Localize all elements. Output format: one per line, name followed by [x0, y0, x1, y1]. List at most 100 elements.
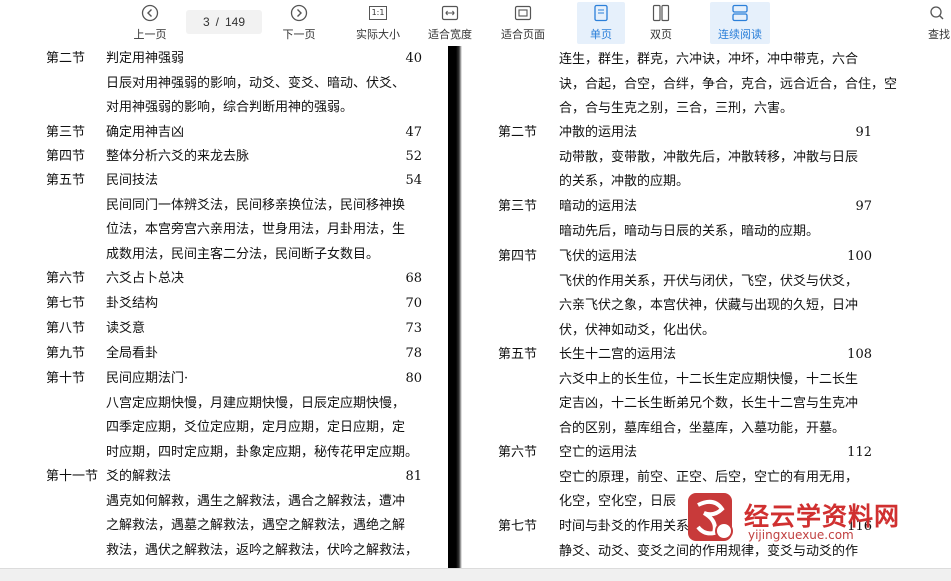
toc-desc-line: 六亲飞伏之象，本宫伏神，伏藏与出现的久短，日冲	[559, 298, 859, 314]
toc-entry-title: 暗动的运用法	[559, 199, 638, 214]
fit-width-button[interactable]: 适合宽度	[424, 2, 476, 44]
viewer-toolbar: 上一页 3 / 149 下一页 1:1 实际大小 适合宽度 适合页面 单页 双页…	[0, 0, 951, 47]
toc-desc-line: 之解救法，遇墓之解救法，遇空之解救法，遇绝之解	[106, 518, 406, 534]
next-page-label: 下一页	[282, 28, 316, 41]
toc-desc-line: 伏，伏神如动爻，化出伏。	[559, 322, 716, 338]
toc-desc-line: 时应期，四时定应期，卦象定应期，秘传花甲定应期。	[106, 444, 419, 460]
toc-section-label: 第十节	[46, 371, 86, 386]
toc-section-label: 第三节	[46, 125, 86, 140]
continuous-read-label: 连续阅读	[718, 28, 762, 41]
toc-entry-title: 民间技法	[106, 173, 159, 188]
toc-desc-line: 救法，遇伏之解救法，返吟之解救法，伏吟之解救法，	[106, 542, 419, 558]
toc-entry-title: 卦爻结构	[106, 296, 159, 311]
double-page-label: 双页	[650, 28, 672, 41]
toc-section-label: 第二节	[498, 125, 538, 140]
fit-page-label: 适合页面	[501, 28, 545, 41]
toc-entry-title: 爻的解救法	[106, 469, 172, 484]
double-page-button[interactable]: 双页	[637, 2, 685, 44]
search-label: 查找	[928, 28, 950, 41]
toc-page-number: 68	[405, 271, 422, 286]
toc-entry-title: 六爻占卜总决	[106, 271, 185, 286]
toc-section-label: 第二节	[46, 51, 86, 66]
toc-entry-title: 飞伏的运用法	[559, 249, 638, 264]
toc-desc-line: 定吉凶，十二长生断弟兄个数，长生十二宫与生克冲	[559, 396, 859, 412]
toc-page-number: 112	[847, 445, 872, 460]
next-page-button[interactable]: 下一页	[273, 2, 325, 44]
toc-desc-line: 化空，空化空，日辰	[559, 494, 677, 510]
watermark-url: yijingxuexue.com	[748, 528, 854, 542]
toc-desc-line: 合，合与生克之别，三合，三刑，六害。	[559, 101, 794, 117]
toc-page-number: 73	[405, 321, 422, 336]
toc-desc-line: 成数用法，民间主客二分法，民间断子女数目。	[106, 246, 380, 262]
toc-entry-title: 长生十二宫的运用法	[559, 347, 677, 362]
fit-width-icon	[441, 2, 459, 24]
toc-page-number: 81	[405, 469, 422, 484]
chevron-right-icon	[290, 2, 308, 24]
fit-page-button[interactable]: 适合页面	[496, 2, 550, 44]
toc-desc-line: 遇克如何解救，遇生之解救法，遇合之解救法，遭冲	[106, 493, 406, 509]
status-bar	[0, 568, 951, 581]
toc-section-label: 第七节	[498, 519, 538, 534]
toc-desc-line: 空亡的原理，前空、正空、后空，空亡的有用无用，	[559, 469, 859, 485]
left-page: 第二节 判定用神强弱 40 日辰对用神强弱的影响，动爻、变爻、暗动、伏爻、 对用神强弱的…	[0, 46, 448, 568]
toc-page-number: 40	[405, 51, 422, 66]
toc-section-label: 第六节	[46, 271, 86, 286]
continuous-read-button[interactable]: 连续阅读	[710, 2, 770, 44]
toc-entry-title: 冲散的运用法	[559, 125, 638, 140]
toc-desc-line: 日辰对用神强弱的影响，动爻、变爻、暗动、伏爻、	[106, 75, 406, 91]
toc-section-label: 第四节	[46, 149, 86, 164]
toc-section-label: 第五节	[46, 173, 86, 188]
watermark: 经云学资料网 yijingxuexue.com	[684, 487, 951, 547]
toc-section-label: 第四节	[498, 249, 538, 264]
toc-page-number: 80	[405, 371, 422, 386]
single-page-button[interactable]: 单页	[577, 2, 625, 44]
single-page-label: 单页	[590, 28, 612, 41]
toc-entry-title: 空亡的运用法	[559, 445, 638, 460]
toc-desc-line: 诀，合起，合空，合绊，争合，克合，远合近合，合住，空	[559, 76, 898, 92]
toc-desc-line: 连生，群生，群克，六冲诀，冲坏，冲中带克，六合	[559, 52, 859, 67]
toc-section-label: 第三节	[498, 199, 538, 214]
toc-section-label: 第九节	[46, 346, 86, 361]
toc-page-number: 91	[855, 125, 872, 140]
single-page-icon	[593, 2, 609, 24]
actual-size-label: 实际大小	[356, 28, 400, 41]
toc-page-number: 52	[405, 149, 422, 164]
toc-section-label: 第八节	[46, 321, 86, 336]
prev-page-button[interactable]: 上一页	[124, 2, 176, 44]
toc-page-number: 108	[847, 347, 872, 362]
toc-desc-line: 对用神强弱的影响，综合判断用神的强弱。	[106, 100, 354, 116]
toc-entry-title: 民间应期法门·	[106, 371, 189, 386]
toc-entry-title: 读爻意	[106, 321, 146, 336]
toc-section-label: 第五节	[498, 347, 538, 362]
toc-page-number: 100	[847, 249, 872, 264]
toc-desc-line: 四季定应期，爻位定应期，定月应期，定日应期，定	[106, 420, 406, 436]
continuous-read-icon	[731, 2, 749, 24]
page-gutter	[448, 46, 462, 568]
total-pages: 149	[225, 15, 246, 29]
search-icon	[928, 2, 946, 24]
toc-desc-line: 动带散，变带散，冲散先后，冲散转移，冲散与日辰	[559, 149, 859, 165]
page-separator: /	[215, 15, 219, 29]
toc-desc-line: 的关系，冲散的应期。	[559, 174, 690, 190]
prev-page-label: 上一页	[133, 28, 167, 41]
toc-section-label: 第六节	[498, 445, 538, 460]
double-page-icon	[652, 2, 670, 24]
toc-desc-line: 民间同门一体辨爻法，民间移亲换位法，民间移神换	[106, 197, 406, 213]
page-number-field[interactable]: 3 / 149	[186, 10, 262, 34]
toc-page-number: 54	[405, 173, 422, 188]
fit-page-icon	[514, 2, 532, 24]
chevron-left-icon	[141, 2, 159, 24]
actual-size-button[interactable]: 1:1 实际大小	[350, 2, 406, 44]
toc-desc-line: 暗动先后，暗动与日辰的关系，暗动的应期。	[559, 223, 820, 239]
toc-section-label: 第十一节	[46, 469, 99, 484]
search-button[interactable]: 查找	[928, 2, 951, 44]
toc-entry-title: 判定用神强弱	[106, 51, 185, 66]
fit-width-label: 适合宽度	[428, 28, 472, 41]
toc-section-label: 第七节	[46, 296, 86, 311]
current-page-input[interactable]: 3	[203, 15, 210, 29]
toc-desc-line: 飞伏的作用关系，开伏与闭伏，飞空，伏爻与伏爻，	[559, 273, 859, 289]
toc-entry-title: 整体分析六爻的来龙去脉	[106, 149, 250, 164]
toc-entry-title: 全局看卦	[106, 346, 159, 361]
toc-entry-title: 确定用神吉凶	[106, 125, 185, 140]
toc-entry-title: 时间与卦爻的作用关系	[559, 519, 690, 534]
